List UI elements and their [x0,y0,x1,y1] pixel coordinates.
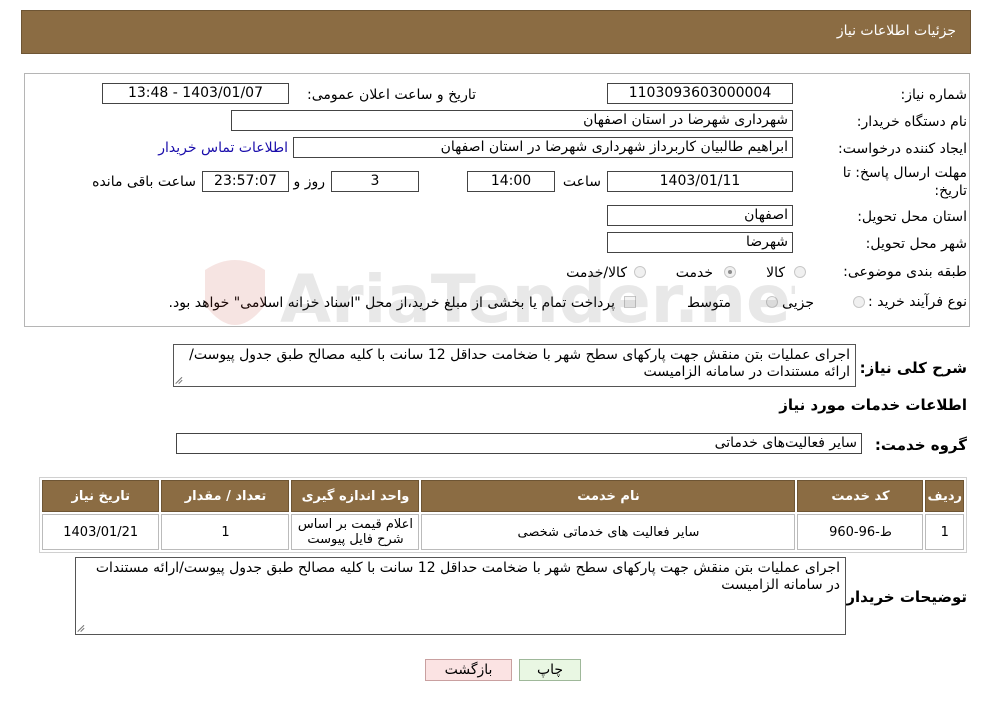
cell-service-name: سایر فعالیت های خدماتی شخصی [421,514,796,550]
process-option-small-radio[interactable] [853,296,865,308]
remaining-time-field: 23:57:07 [202,171,289,192]
cell-need-date: 1403/01/21 [42,514,160,550]
col-need-date: تاریخ نیاز [42,480,160,512]
need-number-field: 1103093603000004 [607,83,793,104]
remaining-time-label: ساعت باقی مانده [92,174,196,190]
need-number-label: شماره نیاز: [900,87,968,103]
services-table: ردیف کد خدمت نام خدمت واحد اندازه گیری ت… [39,477,967,553]
col-quantity: تعداد / مقدار [161,480,290,512]
cell-quantity: 1 [161,514,290,550]
resize-grip-icon[interactable] [78,624,86,632]
summary-textarea[interactable]: اجرای عملیات بتن منقش جهت پارکهای سطح شه… [173,344,856,387]
announce-datetime-label: تاریخ و ساعت اعلان عمومی: [307,87,476,103]
category-option-goods-service-radio[interactable] [634,266,646,278]
deadline-label: مهلت ارسال پاسخ: تا [842,165,967,181]
treasury-payment-note: پرداخت تمام یا بخشی از مبلغ خرید،از محل … [168,295,615,311]
category-label: طبقه بندی موضوعی: [843,264,967,280]
requester-label: ایجاد کننده درخواست: [838,141,967,157]
buyer-notes-label: توضیحات خریدار: [840,588,967,606]
process-option-medium-label: متوسط [687,295,731,311]
category-option-goods-radio[interactable] [794,266,806,278]
deadline-date-label: تاریخ: [934,183,967,199]
category-option-goods-label: کالا [766,265,785,281]
service-group-field: سایر فعالیت‌های خدماتی [176,433,862,454]
buyer-org-field: شهرداری شهرضا در استان اصفهان [231,110,793,131]
cell-service-code: ط-96-960 [797,514,924,550]
city-label: شهر محل تحویل: [865,236,967,252]
col-service-name: نام خدمت [421,480,796,512]
services-section-title: اطلاعات خدمات مورد نیاز [779,396,967,414]
col-service-code: کد خدمت [797,480,924,512]
buyer-contact-link[interactable]: اطلاعات تماس خریدار [158,140,288,156]
city-field: شهرضا [607,232,793,253]
process-option-small-label: جزیی [782,295,814,311]
buyer-notes-textarea[interactable]: اجرای عملیات بتن منقش جهت پارکهای سطح شه… [75,557,846,635]
service-group-label: گروه خدمت: [874,436,967,454]
days-label: روز و [293,174,326,190]
province-label: استان محل تحویل: [857,209,967,225]
category-option-service-label: خدمت [675,265,713,281]
print-button[interactable]: چاپ [519,659,581,681]
process-label: نوع فرآیند خرید : [868,294,967,310]
back-button[interactable]: بازگشت [425,659,512,681]
process-option-medium-radio[interactable] [766,296,778,308]
cell-unit: اعلام قیمت بر اساس شرح فایل پیوست [291,514,420,550]
page-title: جزئیات اطلاعات نیاز [836,23,956,39]
summary-text: اجرای عملیات بتن منقش جهت پارکهای سطح شه… [189,347,850,380]
col-unit: واحد اندازه گیری [291,480,420,512]
page-header: جزئیات اطلاعات نیاز [21,10,971,54]
cell-row: 1 [925,514,964,550]
province-field: اصفهان [607,205,793,226]
requester-field: ابراهیم طالبیان کاربرداز شهرداری شهرضا د… [293,137,793,158]
buyer-notes-text: اجرای عملیات بتن منقش جهت پارکهای سطح شه… [95,560,840,593]
services-table-header: ردیف کد خدمت نام خدمت واحد اندازه گیری ت… [42,480,964,512]
category-option-goods-service-label: کالا/خدمت [566,265,627,281]
col-row: ردیف [925,480,964,512]
summary-label: شرح کلی نیاز: [859,359,967,377]
table-row: 1 ط-96-960 سایر فعالیت های خدماتی شخصی ا… [42,514,964,550]
deadline-time-label: ساعت [562,174,601,190]
category-option-service-radio[interactable] [724,266,736,278]
days-remaining-field: 3 [331,171,419,192]
deadline-date-field: 1403/01/11 [607,171,793,192]
resize-grip-icon[interactable] [176,376,184,384]
announce-datetime-field: 1403/01/07 - 13:48 [102,83,289,104]
treasury-payment-checkbox[interactable] [624,296,636,308]
buyer-org-label: نام دستگاه خریدار: [856,114,967,130]
deadline-time-field: 14:00 [467,171,555,192]
